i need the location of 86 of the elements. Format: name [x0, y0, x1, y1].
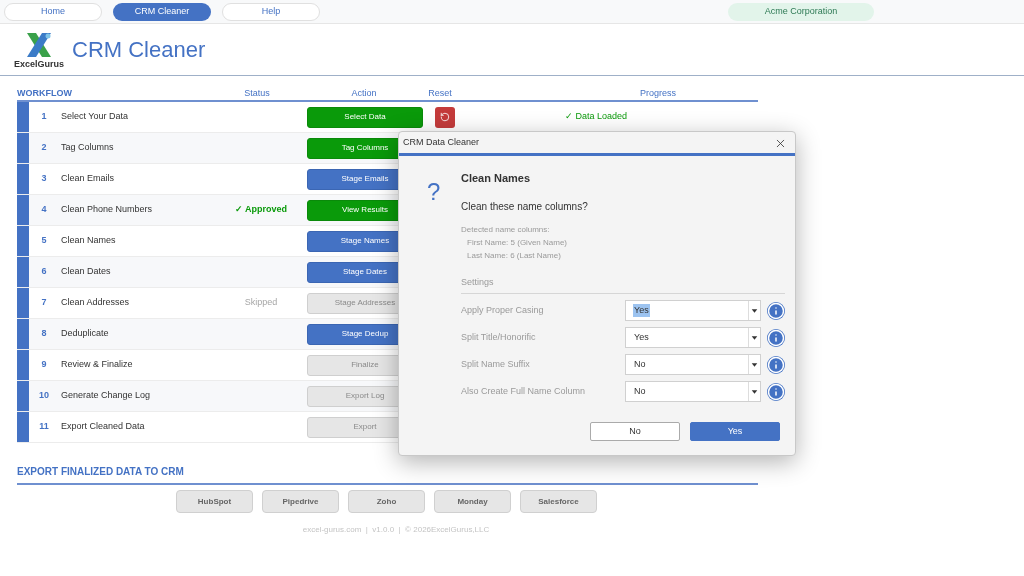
dropdown-caret-icon[interactable]	[748, 328, 760, 347]
reset-button[interactable]	[435, 106, 455, 128]
dropdown-value: No	[633, 357, 647, 371]
step-label: Clean Emails	[61, 172, 116, 186]
step-marker	[17, 319, 29, 349]
step-marker	[17, 133, 29, 163]
step-marker	[17, 226, 29, 256]
logo-text: ExcelGurus	[14, 60, 64, 69]
question-icon: ?	[427, 178, 441, 205]
info-icon[interactable]	[767, 355, 785, 374]
step-label: Export Cleaned Data	[61, 420, 146, 434]
action-button[interactable]: Select Data	[307, 106, 423, 128]
step-marker	[17, 288, 29, 318]
progress-text: ✓ Data Loaded	[565, 110, 628, 124]
step-marker	[17, 102, 29, 132]
step-marker	[17, 195, 29, 225]
step-label: Review & Finalize	[61, 358, 134, 372]
step-number: 10	[38, 389, 50, 403]
step-number: 4	[40, 203, 48, 217]
step-label: Generate Change Log	[61, 389, 152, 403]
nav-tab[interactable]: Home	[4, 2, 102, 21]
dropdown-value: Yes	[633, 330, 650, 344]
export-heading: EXPORT FINALIZED DATA TO CRM	[17, 466, 184, 477]
step-number: 7	[40, 296, 48, 310]
dropdown-value: Yes	[633, 303, 650, 318]
step-marker	[17, 381, 29, 411]
setting-dropdown[interactable]: Yes	[625, 327, 761, 348]
detected-column: First Name: 5 (Given Name)	[461, 236, 785, 249]
step-status: ✓ Approved	[234, 203, 288, 217]
column-header: Reset	[427, 86, 453, 100]
undo-icon	[440, 112, 450, 122]
step-marker	[17, 164, 29, 194]
step-label: Deduplicate	[61, 327, 110, 341]
step-label: Clean Dates	[61, 265, 112, 279]
column-header: Action	[350, 86, 378, 100]
logo-icon	[24, 30, 54, 60]
step-number: 5	[40, 234, 48, 248]
no-button[interactable]: No	[590, 422, 680, 441]
step-number: 1	[40, 110, 48, 124]
step-marker	[17, 350, 29, 380]
step-number: 6	[40, 265, 48, 279]
info-icon[interactable]	[767, 382, 785, 401]
dialog-heading: Clean Names	[461, 171, 532, 186]
step-label: Clean Addresses	[61, 296, 131, 310]
step-number: 8	[40, 327, 48, 341]
dropdown-caret-icon[interactable]	[748, 301, 760, 320]
info-icon[interactable]	[767, 301, 785, 320]
column-header: Status	[243, 86, 271, 100]
crm-export-button[interactable]: Pipedrive	[262, 490, 339, 513]
page-title: CRM Cleaner	[72, 36, 206, 64]
step-label: Clean Names	[61, 234, 117, 248]
crm-export-button[interactable]: Monday	[434, 490, 511, 513]
step-marker	[17, 257, 29, 287]
yes-button[interactable]: Yes	[690, 422, 780, 441]
setting-dropdown[interactable]: No	[625, 381, 761, 402]
company-badge: Acme Corporation	[728, 2, 874, 21]
setting-label: Split Title/Honorific	[461, 330, 537, 344]
detected-column: Last Name: 6 (Last Name)	[461, 249, 785, 262]
step-label: Clean Phone Numbers	[61, 203, 154, 217]
workflow-heading: WORKFLOW	[17, 86, 73, 100]
step-label: Tag Columns	[61, 141, 115, 155]
step-number: 3	[40, 172, 48, 186]
step-number: 11	[38, 420, 50, 434]
setting-dropdown[interactable]: No	[625, 354, 761, 375]
nav-tab[interactable]: Help	[222, 2, 320, 21]
step-number: 2	[40, 141, 48, 155]
dialog-question: Clean these name columns?	[461, 199, 589, 214]
dropdown-caret-icon[interactable]	[748, 355, 760, 374]
crm-export-button[interactable]: HubSpot	[176, 490, 253, 513]
setting-label: Also Create Full Name Column	[461, 384, 587, 398]
setting-label: Apply Proper Casing	[461, 303, 545, 317]
setting-dropdown[interactable]: Yes	[625, 300, 761, 321]
detected-label: Detected name columns:	[461, 223, 551, 236]
column-header: Progress	[639, 86, 677, 100]
setting-label: Split Name Suffix	[461, 357, 531, 371]
step-number: 9	[40, 358, 48, 372]
settings-heading: Settings	[461, 275, 494, 289]
step-status: Skipped	[244, 296, 278, 310]
info-icon[interactable]	[767, 328, 785, 347]
dropdown-value: No	[633, 384, 647, 398]
dropdown-caret-icon[interactable]	[748, 382, 760, 401]
crm-export-button[interactable]: Zoho	[348, 490, 425, 513]
step-marker	[17, 412, 29, 442]
step-label: Select Your Data	[61, 110, 130, 124]
nav-tab[interactable]: CRM Cleaner	[113, 2, 211, 21]
crm-export-button[interactable]: Salesforce	[520, 490, 597, 513]
